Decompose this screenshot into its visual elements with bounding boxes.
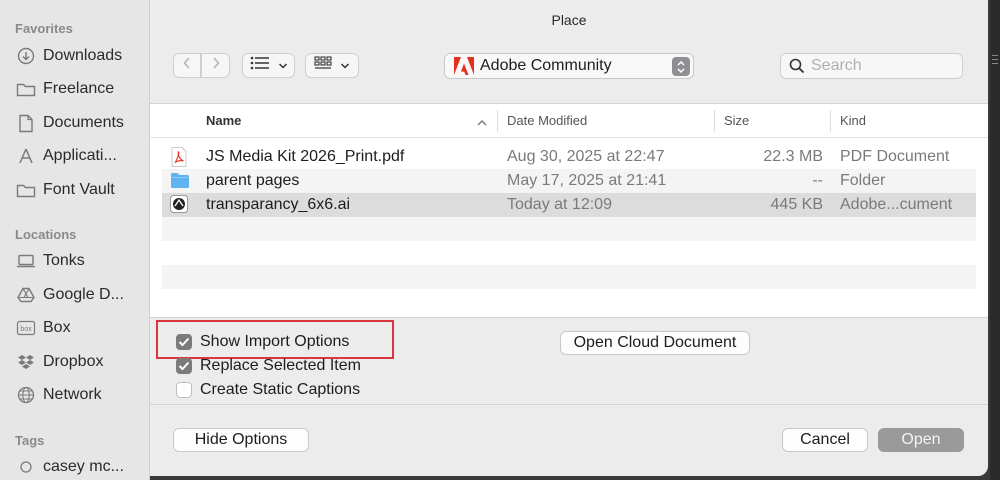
download-circle-icon: [15, 46, 37, 66]
cancel-button[interactable]: Cancel: [782, 428, 868, 452]
file-kind: PDF Document: [840, 148, 950, 165]
dialog-title: Place: [551, 12, 587, 28]
laptop-icon: [15, 251, 37, 271]
file-name: JS Media Kit 2026_Print.pdf: [206, 148, 405, 165]
sidebar-item-documents[interactable]: Documents: [15, 110, 147, 136]
sidebar-item-label: Freelance: [43, 80, 115, 97]
column-header-name[interactable]: Name: [206, 113, 241, 128]
sidebar-item-label: Dropbox: [43, 353, 104, 370]
gallery-view-button[interactable]: [305, 53, 359, 78]
sidebar-item-freelance[interactable]: Freelance: [15, 76, 147, 102]
sidebar-item-tonks[interactable]: Tonks: [15, 248, 147, 274]
locations-heading: Locations: [15, 227, 77, 242]
create-static-captions-checkbox[interactable]: Create Static Captions: [176, 380, 360, 400]
sidebar-item-label: Font Vault: [43, 181, 115, 198]
replace-selected-item-checkbox[interactable]: Replace Selected Item: [176, 356, 361, 376]
forward-button[interactable]: [201, 53, 230, 78]
chevron-down-icon: [340, 57, 350, 75]
background-window-edge: [990, 0, 1000, 480]
sidebar-item-label: casey mc...: [43, 458, 124, 475]
file-date: Today at 12:09: [507, 196, 612, 213]
sidebar-item-label: Box: [43, 319, 71, 336]
open-button[interactable]: Open: [878, 428, 964, 452]
up-down-arrows-icon: [672, 57, 690, 76]
sidebar-item-label: Network: [43, 386, 102, 403]
file-size: --: [812, 172, 823, 189]
folder-icon: [170, 171, 190, 191]
globe-icon: [15, 385, 37, 405]
checkbox-label: Replace Selected Item: [200, 357, 361, 374]
column-header-size[interactable]: Size: [724, 113, 749, 128]
sidebar-item-label: Tonks: [43, 252, 85, 269]
pdf-file-icon: [170, 147, 190, 167]
applications-icon: [15, 146, 37, 166]
illustrator-file-icon: [170, 195, 190, 215]
sidebar-item-box[interactable]: box Box: [15, 315, 147, 341]
sidebar-item-dropbox[interactable]: Dropbox: [15, 349, 147, 375]
file-date: May 17, 2025 at 21:41: [507, 172, 667, 189]
sidebar: Favorites Downloads Freelance Documents …: [0, 0, 150, 480]
folder-icon: [15, 79, 37, 99]
folder-icon: [15, 180, 37, 200]
grid-icon: [314, 56, 332, 75]
table-row-selected[interactable]: transparancy_6x6.ai Today at 12:09 445 K…: [162, 193, 976, 217]
sidebar-item-label: Applicati...: [43, 147, 117, 164]
checkmark-icon: [176, 334, 192, 350]
list-view-button[interactable]: [242, 53, 295, 78]
file-kind: Adobe...cument: [840, 196, 953, 213]
adobe-logo-icon: [454, 57, 474, 75]
sidebar-item-downloads[interactable]: Downloads: [15, 43, 147, 69]
chevron-up-icon: [476, 115, 488, 130]
back-button[interactable]: [173, 53, 201, 78]
file-browser: Name Date Modified Size Kind JS Media Ki…: [150, 103, 988, 318]
favorites-heading: Favorites: [15, 21, 73, 36]
sidebar-item-font-vault[interactable]: Font Vault: [15, 177, 147, 203]
location-popup[interactable]: Adobe Community: [444, 53, 694, 79]
file-size: 22.3 MB: [763, 148, 823, 165]
document-icon: [15, 113, 37, 133]
google-drive-icon: [15, 285, 37, 305]
place-dialog: Place Adobe Community Search Name Date M…: [150, 0, 988, 476]
search-icon: [789, 58, 805, 74]
list-icon: [250, 56, 270, 75]
location-label: Adobe Community: [480, 57, 612, 74]
sidebar-item-label: Documents: [43, 114, 124, 131]
file-date: Aug 30, 2025 at 22:47: [507, 148, 665, 165]
column-header-row: Name Date Modified Size Kind: [150, 104, 988, 138]
chevron-right-icon: [211, 56, 221, 75]
empty-row: [162, 217, 976, 241]
file-size: 445 KB: [770, 196, 823, 213]
checkbox-label: Create Static Captions: [200, 381, 361, 398]
chevron-left-icon: [182, 56, 192, 75]
column-header-kind[interactable]: Kind: [840, 113, 866, 128]
dropbox-icon: [15, 352, 37, 372]
column-header-date[interactable]: Date Modified: [507, 113, 587, 128]
table-row[interactable]: JS Media Kit 2026_Print.pdf Aug 30, 2025…: [162, 145, 976, 169]
sidebar-item-tag[interactable]: casey mc...: [15, 454, 147, 480]
svg-text:box: box: [20, 326, 32, 333]
file-name: transparancy_6x6.ai: [206, 196, 351, 213]
search-input[interactable]: [811, 57, 951, 75]
hide-options-button[interactable]: Hide Options: [173, 428, 309, 452]
checkmark-icon: [176, 358, 192, 374]
checkbox-label: Show Import Options: [200, 333, 350, 350]
open-cloud-document-button[interactable]: Open Cloud Document: [560, 331, 750, 355]
empty-row: [162, 265, 976, 289]
file-name: parent pages: [206, 172, 300, 189]
file-kind: Folder: [840, 172, 886, 189]
sidebar-item-network[interactable]: Network: [15, 382, 147, 408]
sidebar-item-applications[interactable]: Applicati...: [15, 143, 147, 169]
sidebar-item-label: Google D...: [43, 286, 124, 303]
box-icon: box: [15, 318, 37, 338]
sidebar-item-label: Downloads: [43, 47, 123, 64]
show-import-options-checkbox[interactable]: Show Import Options: [176, 332, 349, 352]
tags-heading: Tags: [15, 433, 45, 448]
table-row[interactable]: parent pages May 17, 2025 at 21:41 -- Fo…: [162, 169, 976, 193]
tag-circle-icon: [15, 457, 37, 477]
sidebar-item-google-drive[interactable]: Google D...: [15, 282, 147, 308]
chevron-down-icon: [278, 57, 288, 75]
search-field[interactable]: [780, 53, 963, 79]
